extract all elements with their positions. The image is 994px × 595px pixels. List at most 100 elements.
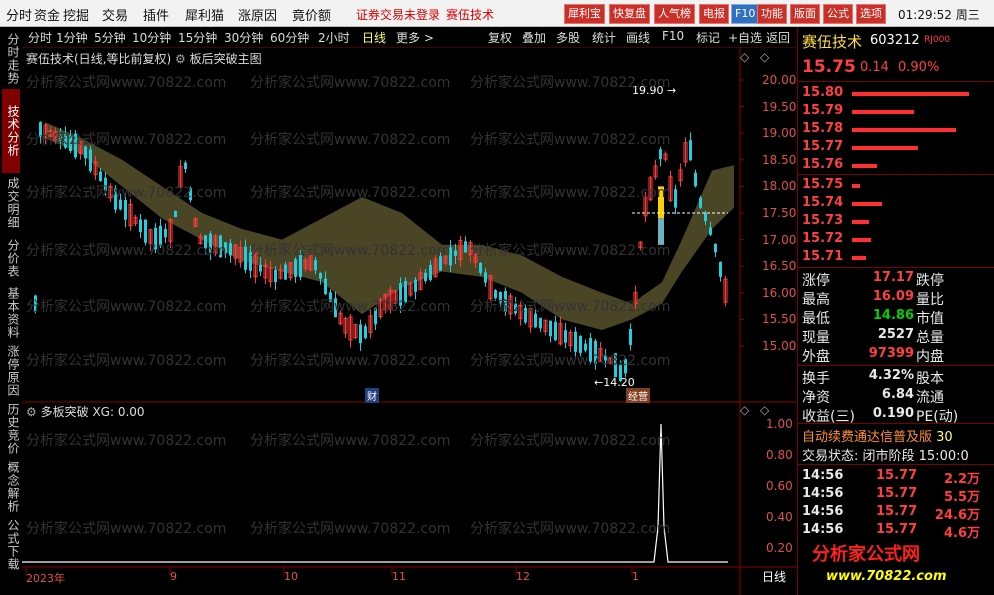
tab-formula[interactable]: 公式下载 — [2, 517, 20, 573]
stat-label: 最低 — [802, 311, 830, 327]
menu-item[interactable]: 插件 — [143, 5, 169, 24]
ask-price: 15.77 — [802, 139, 844, 154]
period-item[interactable]: 30分钟 — [224, 29, 263, 46]
sub-indicator-name[interactable]: 多板突破 — [41, 405, 89, 419]
candle — [189, 186, 192, 203]
stat-label: 量比 — [916, 292, 944, 308]
kline-chart[interactable] — [22, 47, 796, 595]
tab-technical[interactable]: 技术分析 — [2, 89, 20, 173]
tool-button[interactable]: 叠加 — [522, 29, 546, 46]
period-item[interactable]: 2小时 — [318, 29, 350, 46]
bid-price: 15.73 — [802, 213, 844, 228]
period-item[interactable]: 5分钟 — [94, 29, 126, 46]
tool-button[interactable]: 统计 — [592, 29, 616, 46]
tool-button[interactable]: 返回 — [766, 29, 790, 46]
price-change: 0.14 — [860, 60, 889, 75]
time-tick: 2023年 — [26, 572, 65, 585]
candle — [723, 275, 728, 307]
event-badge[interactable]: 经营 — [626, 388, 650, 403]
tool-button[interactable]: 多股 — [556, 29, 580, 46]
candle — [34, 294, 37, 314]
toolbar-button[interactable]: 选项 — [856, 4, 886, 24]
tick-price: 15.77 — [876, 468, 918, 483]
candle — [608, 357, 613, 365]
settings-icon[interactable]: ⚙ — [175, 52, 186, 66]
tab-trades[interactable]: 成交明细 — [2, 177, 20, 229]
toolbar-button[interactable]: 公式 — [823, 4, 853, 24]
period-more[interactable]: 更多 > — [396, 29, 434, 46]
period-item[interactable]: 60分钟 — [270, 29, 309, 46]
price-tick: 15.50 — [762, 312, 797, 327]
sub-tick: 0.80 — [766, 448, 793, 462]
tool-button[interactable]: 画线 — [626, 29, 650, 46]
settings-icon[interactable]: ⚙ — [26, 405, 37, 419]
stat-label: 市值 — [916, 311, 944, 327]
menu-item[interactable]: 涨原因 — [238, 5, 277, 24]
diamond-icon[interactable]: ◇ — [740, 50, 749, 64]
login-status[interactable]: 证券交易未登录 — [356, 6, 440, 23]
period-item[interactable]: 10分钟 — [132, 29, 171, 46]
collapse-icon[interactable]: ◇ — [760, 403, 769, 417]
signal-candle — [658, 186, 664, 219]
menu-item[interactable]: 犀利猫 — [185, 5, 224, 24]
toolbar-button[interactable]: 电报 — [699, 4, 729, 24]
tool-button[interactable]: 标记 — [696, 29, 720, 46]
menu-item[interactable]: 资金 — [34, 5, 60, 24]
ask-price: 15.78 — [802, 121, 844, 136]
candle — [89, 145, 92, 174]
arrow-right-icon: → — [667, 84, 677, 97]
tab-profile[interactable]: 基本资料 — [2, 285, 20, 341]
time-tick: 11 — [392, 570, 406, 583]
toolbar-button[interactable]: F10 — [731, 4, 760, 24]
tab-intraday[interactable]: 分时走势 — [2, 31, 20, 87]
candle — [219, 234, 222, 258]
diamond-icon[interactable]: ◇ — [740, 403, 749, 417]
price-tick: 19.50 — [762, 99, 797, 114]
tab-limit-reason[interactable]: 涨停原因 — [2, 343, 20, 399]
candle — [393, 290, 398, 305]
tool-button[interactable]: +自选 — [728, 29, 762, 46]
collapse-icon[interactable]: ◇ — [760, 50, 769, 64]
stock-link[interactable]: 赛伍技术 — [446, 6, 494, 23]
tick-time: 14:56 — [802, 468, 844, 483]
high-value: 19.90 — [632, 84, 664, 97]
price-tick: 17.50 — [762, 206, 797, 220]
period-item[interactable]: 分时 — [28, 29, 52, 46]
period-item-daily[interactable]: 日线 — [362, 29, 386, 46]
tick-price: 15.77 — [876, 486, 918, 501]
candle — [504, 287, 507, 316]
candle — [144, 219, 147, 246]
sub-tick: 0.40 — [766, 510, 793, 524]
menu-item[interactable]: 交易 — [102, 5, 128, 24]
stat-value: 0.190 — [872, 406, 914, 421]
stat-label: 内盘 — [916, 349, 944, 365]
price-tick: 18.00 — [762, 179, 797, 194]
volume-bar — [852, 184, 861, 188]
indicator-name[interactable]: 板后突破主图 — [190, 52, 262, 66]
toolbar-button[interactable]: 犀利宝 — [564, 4, 605, 24]
toolbar-button[interactable]: 功能 — [757, 4, 787, 24]
tab-price-table[interactable]: 分价表 — [2, 233, 20, 283]
tool-button[interactable]: 复权 — [488, 29, 512, 46]
toolbar-button[interactable]: 人气榜 — [654, 4, 695, 24]
menu-item[interactable]: 分时 — [6, 5, 32, 24]
toolbar-button[interactable]: 版面 — [790, 4, 820, 24]
price-tick: 20.00 — [762, 73, 797, 87]
ad-text[interactable]: 自动续费通达信普及版 — [802, 430, 932, 445]
menu-item[interactable]: 竟价额 — [292, 5, 331, 24]
volume-bar — [852, 220, 869, 224]
menu-item[interactable]: 挖掘 — [63, 5, 89, 24]
tick-volume: 4.6万 — [943, 526, 980, 541]
tool-button[interactable]: F10 — [662, 29, 684, 43]
period-item[interactable]: 1分钟 — [56, 29, 88, 46]
candle — [699, 195, 702, 210]
tab-auction[interactable]: 历史竞价 — [2, 401, 20, 457]
left-tab-bar: 分时走势 技术分析 成交明细 分价表 基本资料 涨停原因 历史竞价 概念解析 公… — [0, 27, 23, 595]
finance-badge[interactable]: 财 — [365, 388, 379, 403]
tab-concept[interactable]: 概念解析 — [2, 459, 20, 515]
toolbar-button[interactable]: 快复盘 — [609, 4, 650, 24]
ad-banner[interactable]: 自动续费通达信普及版 30 — [802, 426, 953, 445]
period-item[interactable]: 15分钟 — [178, 29, 217, 46]
candle — [284, 261, 287, 280]
ask-price: 15.79 — [802, 103, 844, 118]
